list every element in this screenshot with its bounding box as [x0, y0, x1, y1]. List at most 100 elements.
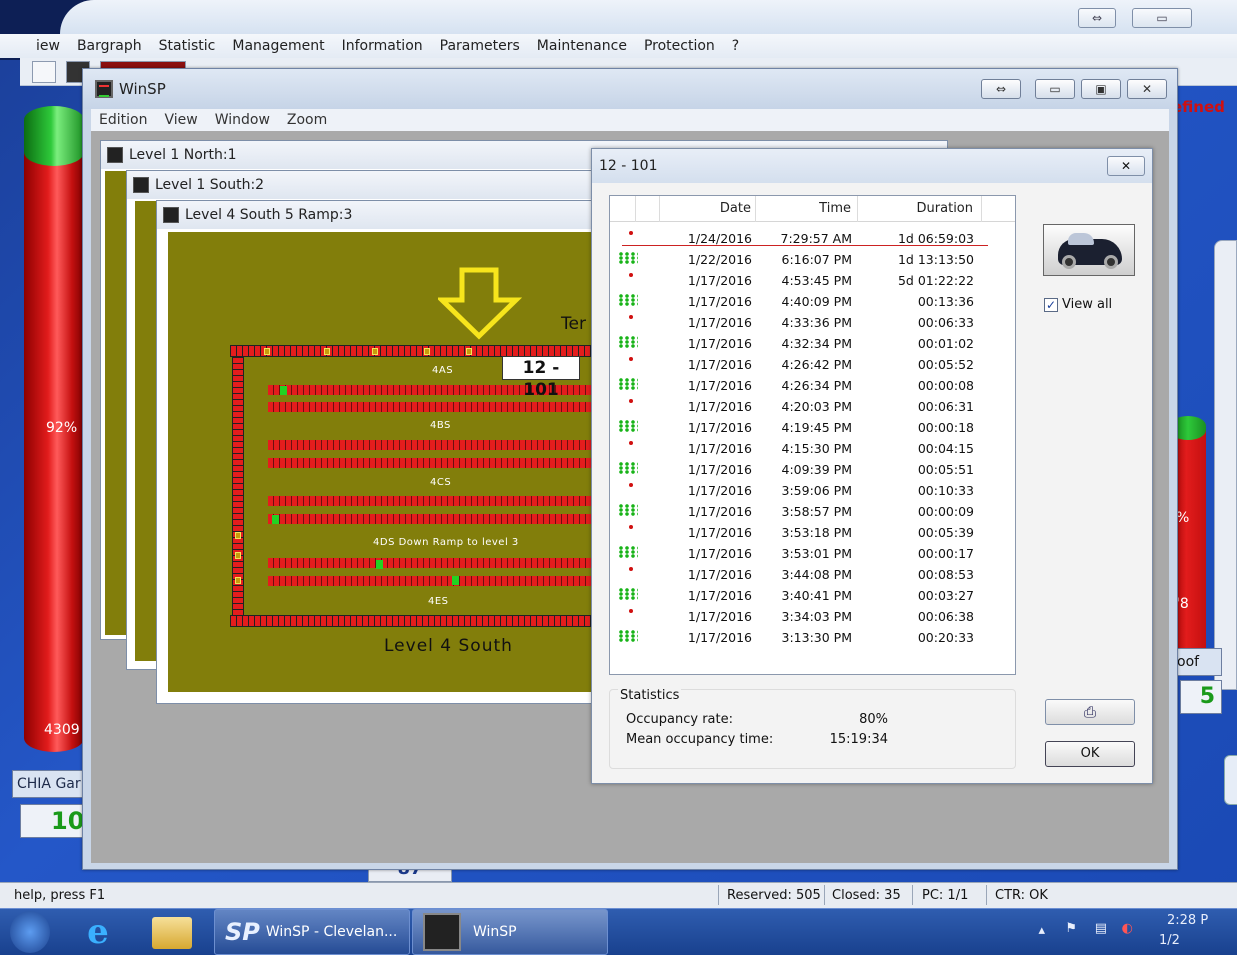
volume-icon[interactable]: ◐: [1122, 921, 1133, 936]
reserved-space[interactable]: [324, 348, 330, 355]
outer-minimize-button[interactable]: ▭: [1132, 8, 1192, 28]
occupancy-rate-label: Occupancy rate:: [626, 712, 733, 727]
history-time: 4:19:45 PM: [781, 420, 852, 435]
history-row[interactable]: 1/17/2016 3:40:41 PM 00:03:27: [610, 585, 1015, 606]
view-all-checkbox[interactable]: ✓ View all: [1044, 297, 1112, 312]
history-time: 4:32:34 PM: [781, 336, 852, 351]
occupied-state-icon: [629, 441, 633, 445]
skype-icon[interactable]: [1224, 755, 1237, 805]
parking-row[interactable]: [268, 558, 598, 568]
reserved-space[interactable]: [466, 348, 472, 355]
history-row[interactable]: 1/17/2016 4:20:03 PM 00:06:31: [610, 396, 1015, 417]
history-row[interactable]: 1/17/2016 4:53:45 PM 5d 01:22:22: [610, 270, 1015, 291]
history-row[interactable]: 1/17/2016 4:32:34 PM 00:01:02: [610, 333, 1015, 354]
parking-row-bottom[interactable]: [230, 615, 598, 627]
winsp-minimize-button[interactable]: ▭: [1035, 79, 1075, 99]
col-blank: [636, 196, 660, 222]
winsp-menu-item[interactable]: Edition: [99, 112, 147, 128]
reserved-space[interactable]: [235, 552, 241, 559]
parking-row[interactable]: [268, 440, 598, 450]
reserved-space[interactable]: [372, 348, 378, 355]
outer-menu-item[interactable]: Protection: [644, 38, 715, 54]
winsp-menu-item[interactable]: Window: [215, 112, 270, 128]
parking-row[interactable]: [268, 496, 598, 506]
reserved-space[interactable]: [235, 532, 241, 539]
reserved-space[interactable]: [235, 577, 241, 584]
outer-menu-item[interactable]: Management: [232, 38, 324, 54]
checkbox-check-icon[interactable]: ✓: [1044, 297, 1058, 312]
history-list[interactable]: Date Time Duration 1/24/2016 7:29:57 AM 1d…: [609, 195, 1016, 675]
history-row[interactable]: 1/17/2016 4:15:30 PM 00:04:15: [610, 438, 1015, 459]
outer-restore-button[interactable]: ⇔: [1078, 8, 1116, 28]
parking-row[interactable]: [268, 402, 598, 412]
tray-expand-icon[interactable]: ▴: [1038, 923, 1045, 938]
history-row[interactable]: 1/17/2016 4:19:45 PM 00:00:18: [610, 417, 1015, 438]
history-row[interactable]: 1/17/2016 4:33:36 PM 00:06:33: [610, 312, 1015, 333]
free-space[interactable]: [272, 515, 279, 524]
internet-explorer-icon[interactable]: e: [78, 913, 118, 951]
winsp-taskbar-icon: [423, 913, 461, 951]
winsp-maximize-button[interactable]: ▣: [1081, 79, 1121, 99]
parking-row[interactable]: [268, 514, 598, 524]
child-title: Level 1 North:1: [129, 147, 237, 163]
outer-menu-item[interactable]: Statistic: [159, 38, 216, 54]
free-space[interactable]: [376, 560, 383, 569]
file-explorer-icon[interactable]: [152, 917, 192, 949]
col-time[interactable]: Time: [756, 196, 858, 222]
free-space[interactable]: [280, 386, 287, 395]
winsp-menu-item[interactable]: View: [164, 112, 197, 128]
tray-date[interactable]: 1/2: [1159, 933, 1229, 948]
history-row[interactable]: 1/17/2016 3:53:01 PM 00:00:17: [610, 543, 1015, 564]
ok-button[interactable]: OK: [1045, 741, 1135, 767]
outer-menu-item[interactable]: Bargraph: [77, 38, 142, 54]
status-sep: [986, 885, 987, 905]
history-row[interactable]: 1/17/2016 3:59:06 PM 00:10:33: [610, 480, 1015, 501]
history-row[interactable]: 1/17/2016 4:26:42 PM 00:05:52: [610, 354, 1015, 375]
tray-clock[interactable]: 2:28 P: [1167, 913, 1237, 928]
reserved-space[interactable]: [424, 348, 430, 355]
outer-menu-item[interactable]: Maintenance: [537, 38, 627, 54]
taskbar-item-winsp-cleveland[interactable]: SP WinSP - Clevelan...: [214, 909, 410, 955]
outer-menu-item[interactable]: iew: [36, 38, 60, 54]
free-space[interactable]: [452, 576, 459, 585]
occupied-state-icon: [629, 483, 633, 487]
history-date: 1/17/2016: [687, 357, 752, 372]
winsp-close-button[interactable]: ✕: [1127, 79, 1167, 99]
col-duration[interactable]: Duration: [858, 196, 982, 222]
history-duration: 1d 06:59:03: [897, 231, 974, 246]
occupied-state-icon: [629, 609, 633, 613]
flag-icon[interactable]: ⚑: [1065, 921, 1077, 936]
outer-menu-item[interactable]: Information: [342, 38, 423, 54]
winsp-restore-button[interactable]: ⇔: [981, 79, 1021, 99]
history-row[interactable]: 1/17/2016 4:40:09 PM 00:13:36: [610, 291, 1015, 312]
status-reserved: Reserved: 505: [727, 888, 821, 903]
history-row[interactable]: 1/17/2016 4:26:34 PM 00:00:08: [610, 375, 1015, 396]
network-icon[interactable]: ▤: [1095, 921, 1107, 936]
statistics-group: Statistics Occupancy rate: 80% Mean occu…: [609, 688, 1016, 769]
parking-row[interactable]: [268, 576, 598, 586]
history-row[interactable]: 1/17/2016 3:53:18 PM 00:05:39: [610, 522, 1015, 543]
history-time: 4:26:34 PM: [781, 378, 852, 393]
taskbar-item-winsp[interactable]: WinSP: [412, 909, 608, 955]
history-row[interactable]: 1/24/2016 7:29:57 AM 1d 06:59:03: [610, 228, 1015, 249]
dialog-close-button[interactable]: ✕: [1107, 156, 1145, 176]
history-row[interactable]: 1/17/2016 4:09:39 PM 00:05:51: [610, 459, 1015, 480]
chart-tool-icon[interactable]: [32, 61, 56, 83]
reserved-space[interactable]: [264, 348, 270, 355]
col-date[interactable]: Date: [660, 196, 756, 222]
winsp-menu-item[interactable]: Zoom: [287, 112, 327, 128]
start-button[interactable]: [10, 911, 50, 953]
parking-map[interactable]: Ter 4AS 4BS 4CS 4DS Down Ramp to level 3…: [168, 232, 598, 692]
parking-row[interactable]: [268, 458, 598, 468]
history-row[interactable]: 1/17/2016 3:58:57 PM 00:00:09: [610, 501, 1015, 522]
outer-menu-item[interactable]: ?: [732, 38, 739, 54]
outer-window-titlebar: ⇔ ▭: [60, 0, 1237, 34]
history-row[interactable]: 1/17/2016 3:44:08 PM 00:08:53: [610, 564, 1015, 585]
history-row[interactable]: 1/17/2016 3:34:03 PM 00:06:38: [610, 606, 1015, 627]
history-date: 1/17/2016: [687, 378, 752, 393]
print-button[interactable]: ⎙: [1045, 699, 1135, 725]
outer-menu-item[interactable]: Parameters: [440, 38, 520, 54]
history-row[interactable]: 1/17/2016 3:13:30 PM 00:20:33: [610, 627, 1015, 648]
history-time: 7:29:57 AM: [780, 231, 853, 246]
history-row[interactable]: 1/22/2016 6:16:07 PM 1d 13:13:50: [610, 249, 1015, 270]
